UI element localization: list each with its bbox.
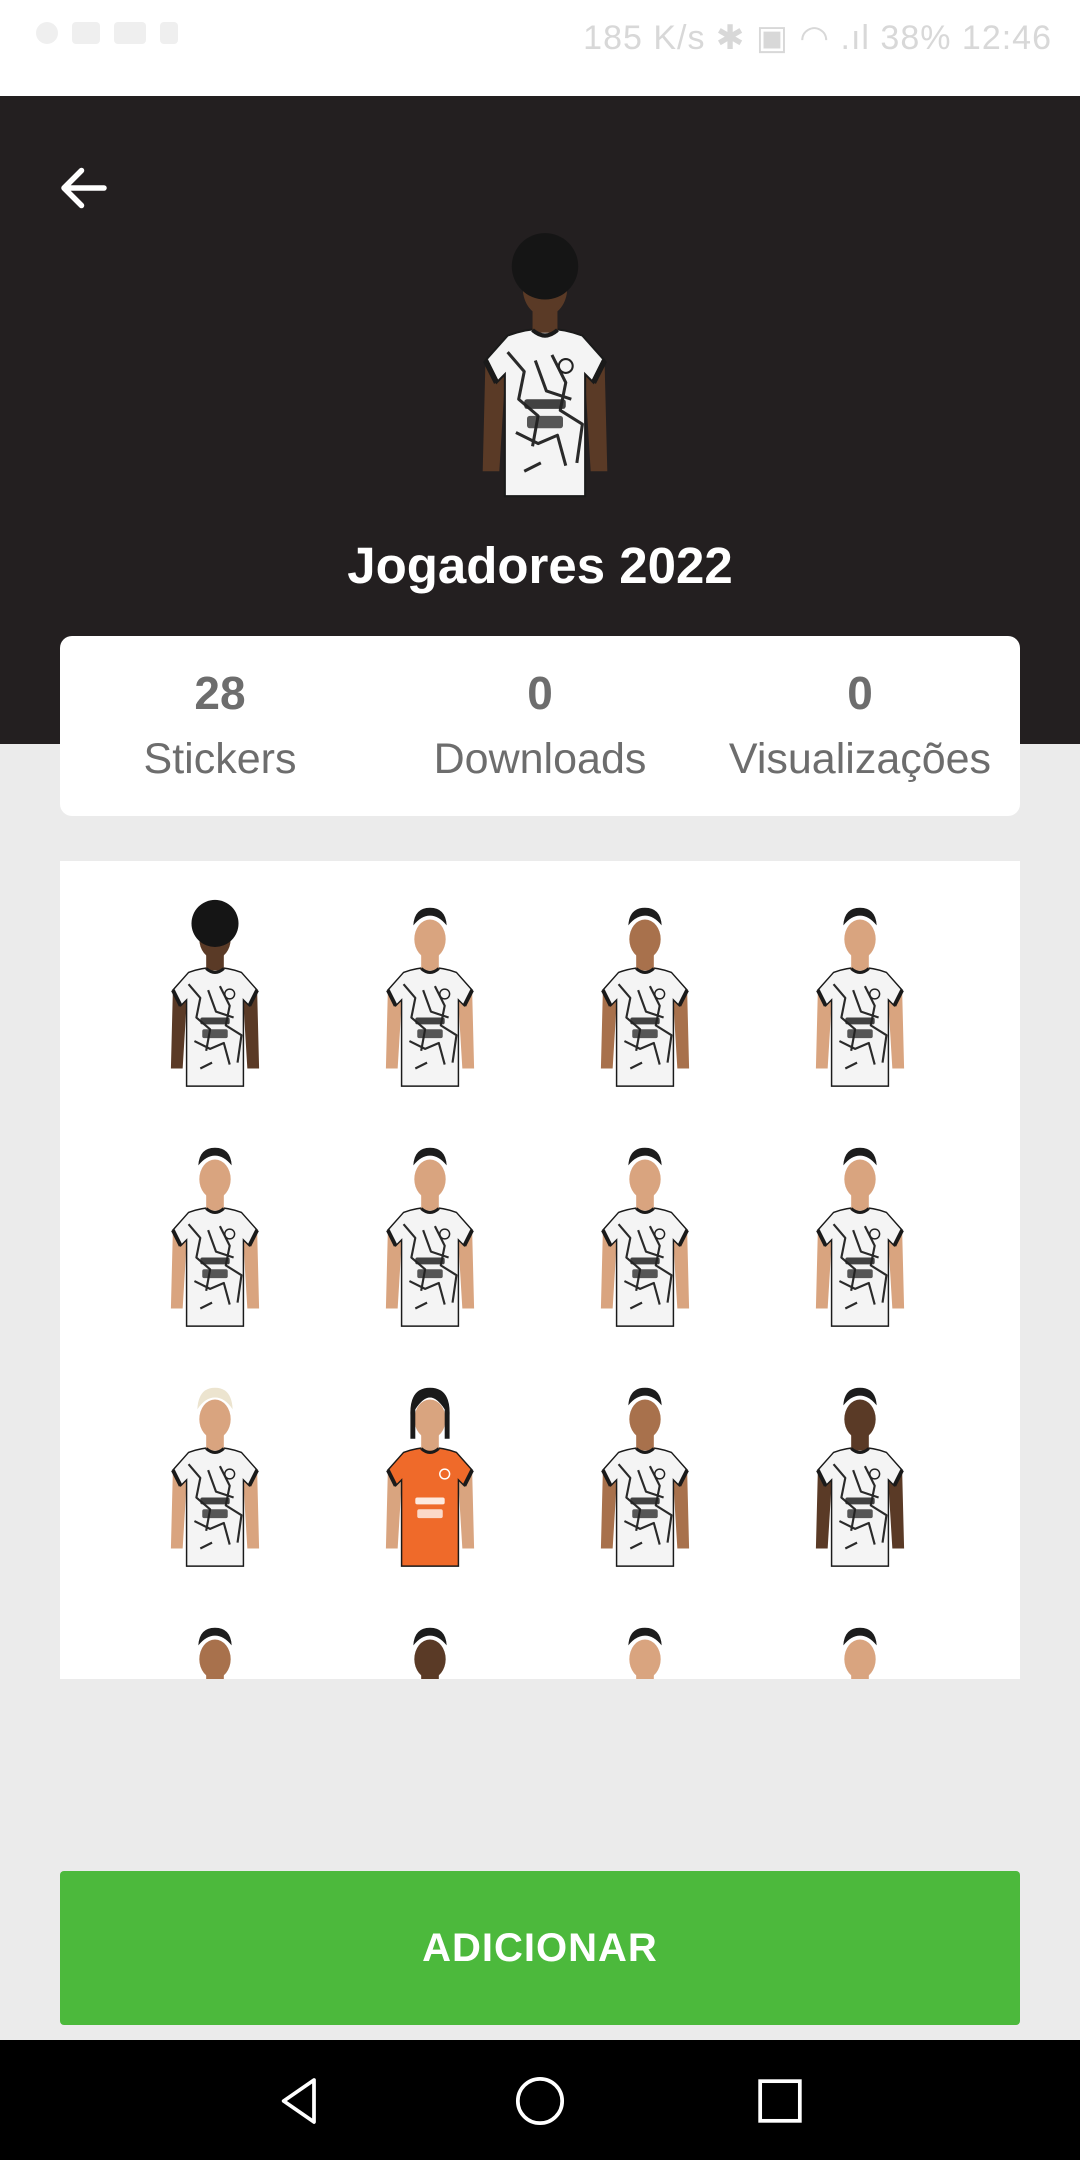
circle-home-icon <box>515 2076 565 2126</box>
status-bar: 185 K/s ✱ ▣ ◠ .ıl 38% 12:46 <box>0 0 1080 96</box>
player-sticker-image <box>815 907 905 1087</box>
player-sticker-image <box>600 1147 690 1327</box>
player-sticker-image <box>170 899 260 1087</box>
stat-views: 0 Visualizações <box>700 636 1020 816</box>
player-sticker-image <box>600 1387 690 1567</box>
player-sticker-image <box>600 907 690 1087</box>
stat-downloads-value: 0 <box>527 667 553 719</box>
sticker-grid <box>60 861 1020 1679</box>
sticker-item[interactable] <box>580 1376 710 1572</box>
player-sticker-image <box>170 1387 260 1567</box>
sticker-item[interactable] <box>365 896 495 1092</box>
triangle-back-icon <box>281 2078 316 2124</box>
status-icons-left <box>36 22 178 44</box>
sticker-item[interactable] <box>795 896 925 1092</box>
sticker-item[interactable] <box>150 1616 280 1679</box>
stat-downloads-label: Downloads <box>433 735 647 783</box>
navigation-bar <box>0 2040 1080 2160</box>
square-recents-icon <box>758 2079 802 2123</box>
player-sticker-image <box>815 1387 905 1567</box>
player-sticker-image <box>815 1147 905 1327</box>
player-sticker-image <box>198 1627 232 1679</box>
player-sticker-image <box>843 1627 877 1679</box>
stat-stickers: 28 Stickers <box>60 636 380 816</box>
player-sticker-image <box>385 1147 475 1327</box>
sticker-item[interactable] <box>580 896 710 1092</box>
add-to-whatsapp-button[interactable]: ADICIONAR <box>60 1871 1020 2025</box>
sticker-item[interactable] <box>365 1616 495 1679</box>
sticker-item[interactable] <box>150 1376 280 1572</box>
arrow-left-icon <box>61 167 107 209</box>
player-sticker-image <box>413 1627 447 1679</box>
sticker-item[interactable] <box>580 1616 710 1679</box>
stat-stickers-label: Stickers <box>143 735 297 783</box>
sticker-item[interactable] <box>365 1136 495 1332</box>
pack-cover-image <box>482 233 608 498</box>
player-sticker-image <box>385 907 475 1087</box>
player-sticker-image <box>170 1147 260 1327</box>
pack-title: Jogadores 2022 <box>347 537 733 594</box>
stat-stickers-value: 28 <box>194 667 246 719</box>
player-sticker-image <box>385 1387 475 1567</box>
stat-downloads: 0 Downloads <box>380 636 700 816</box>
stat-views-label: Visualizações <box>728 735 992 783</box>
player-sticker-image <box>628 1627 662 1679</box>
nav-recents-button[interactable] <box>745 2066 815 2136</box>
back-button[interactable] <box>44 148 124 228</box>
status-info: 185 K/s ✱ ▣ ◠ .ıl 38% 12:46 <box>583 19 1052 57</box>
sticker-item[interactable] <box>795 1376 925 1572</box>
nav-back-button[interactable] <box>265 2066 335 2136</box>
sticker-item[interactable] <box>580 1136 710 1332</box>
sticker-item[interactable] <box>795 1136 925 1332</box>
stat-views-value: 0 <box>847 667 873 719</box>
sticker-item[interactable] <box>150 1136 280 1332</box>
nav-home-button[interactable] <box>505 2066 575 2136</box>
sticker-item[interactable] <box>795 1616 925 1679</box>
sticker-item[interactable] <box>365 1376 495 1572</box>
sticker-item[interactable] <box>150 896 280 1092</box>
stats-card: 28 Stickers 0 Downloads 0 Visualizações <box>60 636 1020 816</box>
